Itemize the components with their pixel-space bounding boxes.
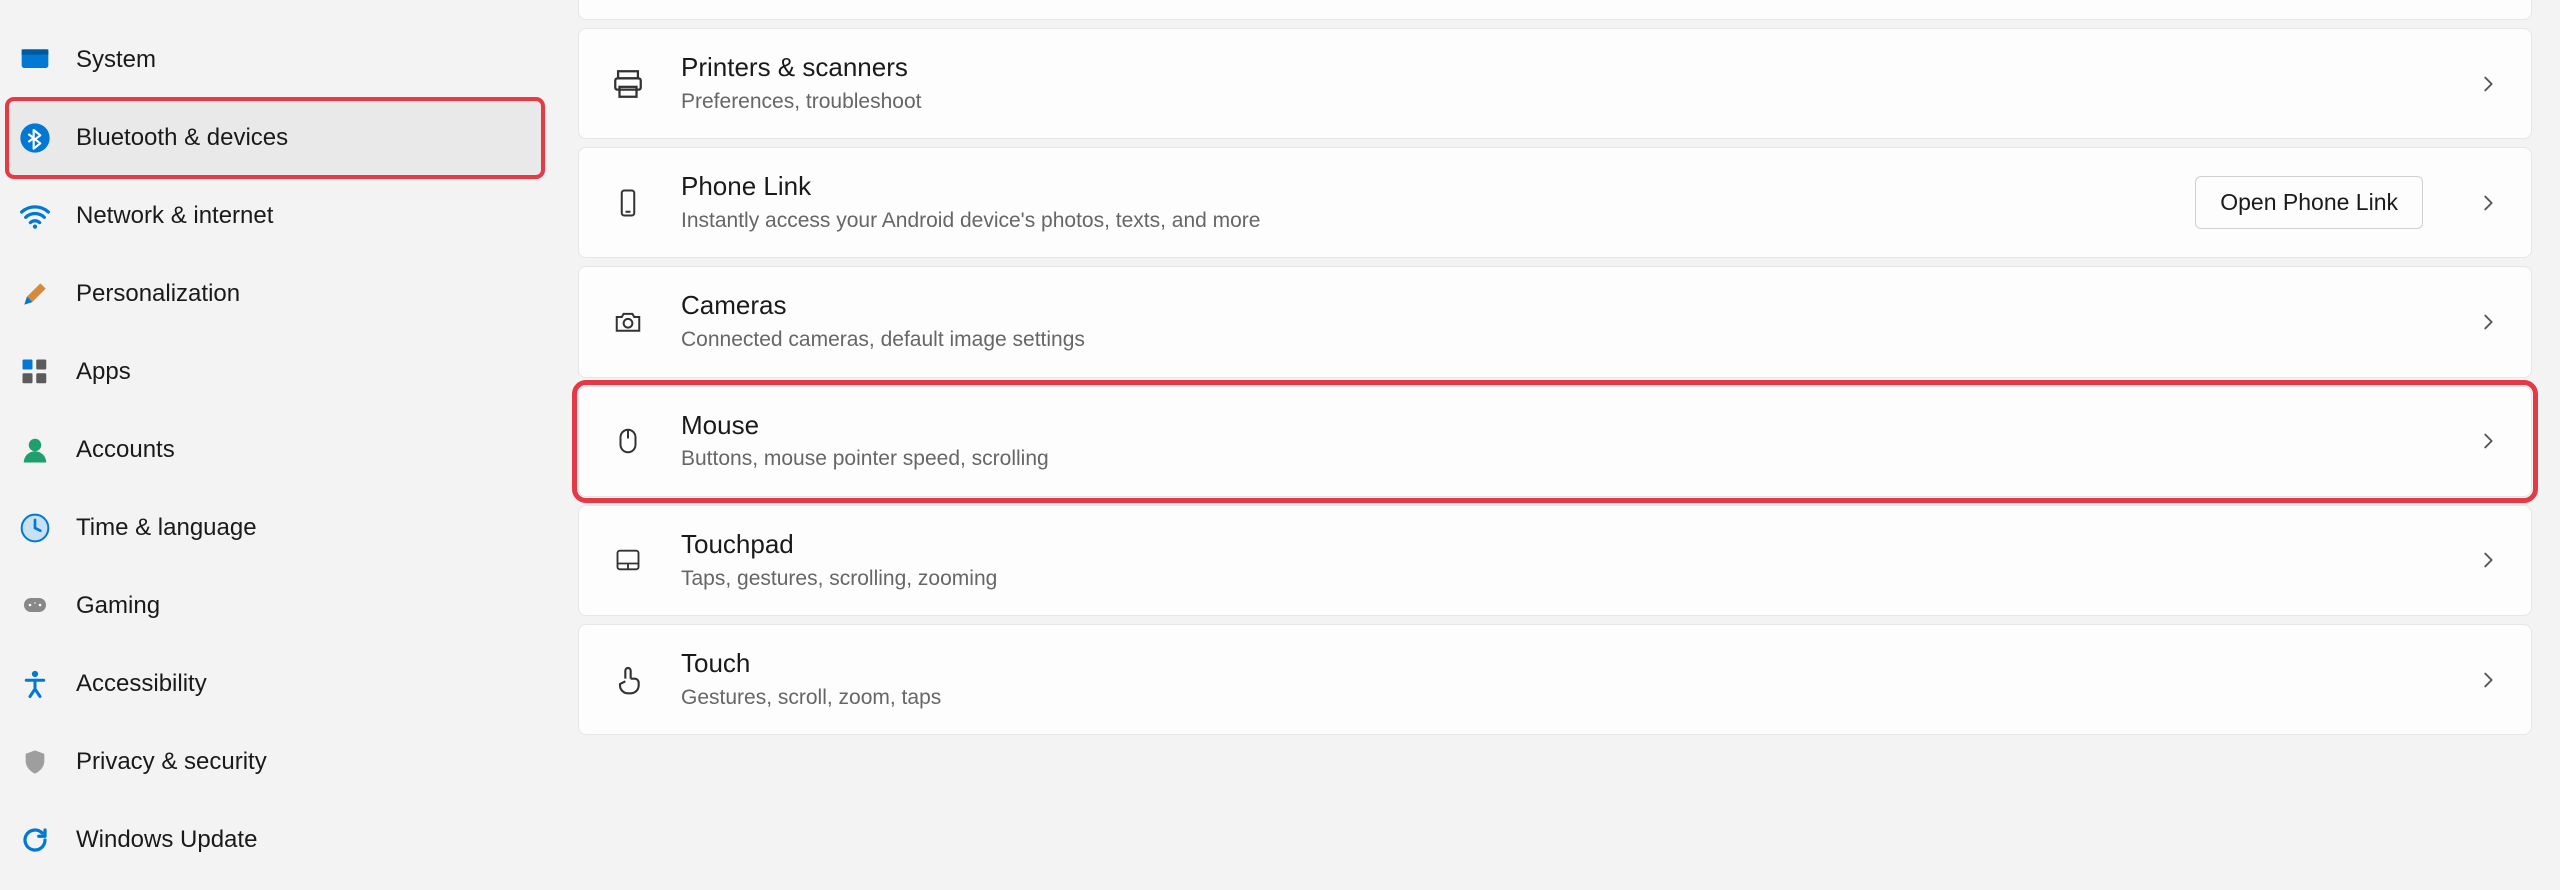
sidebar-item-update[interactable]: Windows Update	[8, 802, 542, 878]
sidebar-item-network[interactable]: Network & internet	[8, 178, 542, 254]
touchpad-icon	[611, 543, 645, 577]
settings-row-touch[interactable]: Touch Gestures, scroll, zoom, taps	[578, 624, 2532, 735]
chevron-right-icon	[2477, 669, 2499, 691]
sidebar-item-label: Time & language	[76, 514, 257, 542]
row-subtitle: Preferences, troubleshoot	[681, 87, 2441, 116]
chevron-right-icon	[2477, 73, 2499, 95]
camera-icon	[611, 305, 645, 339]
row-title: Touch	[681, 647, 2441, 681]
sidebar-item-accounts[interactable]: Accounts	[8, 412, 542, 488]
sidebar-item-label: Privacy & security	[76, 748, 267, 776]
row-subtitle: Connected cameras, default image setting…	[681, 325, 2441, 354]
row-title: Mouse	[681, 409, 2441, 443]
shield-icon	[18, 745, 52, 779]
row-title: Printers & scanners	[681, 51, 2441, 85]
sidebar-item-label: Accounts	[76, 436, 175, 464]
settings-sidebar: System Bluetooth & devices Network & int…	[0, 0, 550, 890]
row-title: Cameras	[681, 289, 2441, 323]
printer-icon	[611, 67, 645, 101]
chevron-right-icon	[2477, 311, 2499, 333]
wifi-icon	[18, 199, 52, 233]
row-subtitle: Taps, gestures, scrolling, zooming	[681, 564, 2441, 593]
settings-row-mouse[interactable]: Mouse Buttons, mouse pointer speed, scro…	[578, 386, 2532, 497]
settings-row-stub[interactable]	[578, 0, 2532, 20]
settings-row-printers[interactable]: Printers & scanners Preferences, trouble…	[578, 28, 2532, 139]
settings-row-touchpad[interactable]: Touchpad Taps, gestures, scrolling, zoom…	[578, 505, 2532, 616]
sidebar-item-time[interactable]: Time & language	[8, 490, 542, 566]
sidebar-item-label: Accessibility	[76, 670, 207, 698]
chevron-right-icon	[2477, 192, 2499, 214]
settings-row-cameras[interactable]: Cameras Connected cameras, default image…	[578, 266, 2532, 377]
chevron-right-icon	[2477, 549, 2499, 571]
sidebar-item-label: Apps	[76, 358, 131, 386]
bluetooth-icon	[18, 121, 52, 155]
sidebar-item-personalization[interactable]: Personalization	[8, 256, 542, 332]
settings-main: Printers & scanners Preferences, trouble…	[550, 0, 2560, 890]
sidebar-item-bluetooth[interactable]: Bluetooth & devices	[8, 100, 542, 176]
touch-icon	[611, 663, 645, 697]
clock-globe-icon	[18, 511, 52, 545]
open-phone-link-button[interactable]: Open Phone Link	[2195, 176, 2423, 229]
phone-icon	[611, 186, 645, 220]
sidebar-item-label: Gaming	[76, 592, 160, 620]
sidebar-item-system[interactable]: System	[8, 22, 542, 98]
person-icon	[18, 433, 52, 467]
row-subtitle: Instantly access your Android device's p…	[681, 206, 2159, 235]
sidebar-item-accessibility[interactable]: Accessibility	[8, 646, 542, 722]
sidebar-item-apps[interactable]: Apps	[8, 334, 542, 410]
sidebar-item-label: Personalization	[76, 280, 240, 308]
sidebar-item-gaming[interactable]: Gaming	[8, 568, 542, 644]
update-icon	[18, 823, 52, 857]
chevron-right-icon	[2477, 430, 2499, 452]
paintbrush-icon	[18, 277, 52, 311]
sidebar-item-label: Windows Update	[76, 826, 257, 854]
row-subtitle: Gestures, scroll, zoom, taps	[681, 683, 2441, 712]
settings-row-phone[interactable]: Phone Link Instantly access your Android…	[578, 147, 2532, 258]
sidebar-item-label: Network & internet	[76, 202, 273, 230]
apps-icon	[18, 355, 52, 389]
sidebar-item-label: Bluetooth & devices	[76, 124, 288, 152]
display-icon	[18, 43, 52, 77]
mouse-icon	[611, 424, 645, 458]
row-title: Phone Link	[681, 170, 2159, 204]
accessibility-icon	[18, 667, 52, 701]
sidebar-item-label: System	[76, 46, 156, 74]
gamepad-icon	[18, 589, 52, 623]
row-title: Touchpad	[681, 528, 2441, 562]
sidebar-item-privacy[interactable]: Privacy & security	[8, 724, 542, 800]
row-subtitle: Buttons, mouse pointer speed, scrolling	[681, 444, 2441, 473]
